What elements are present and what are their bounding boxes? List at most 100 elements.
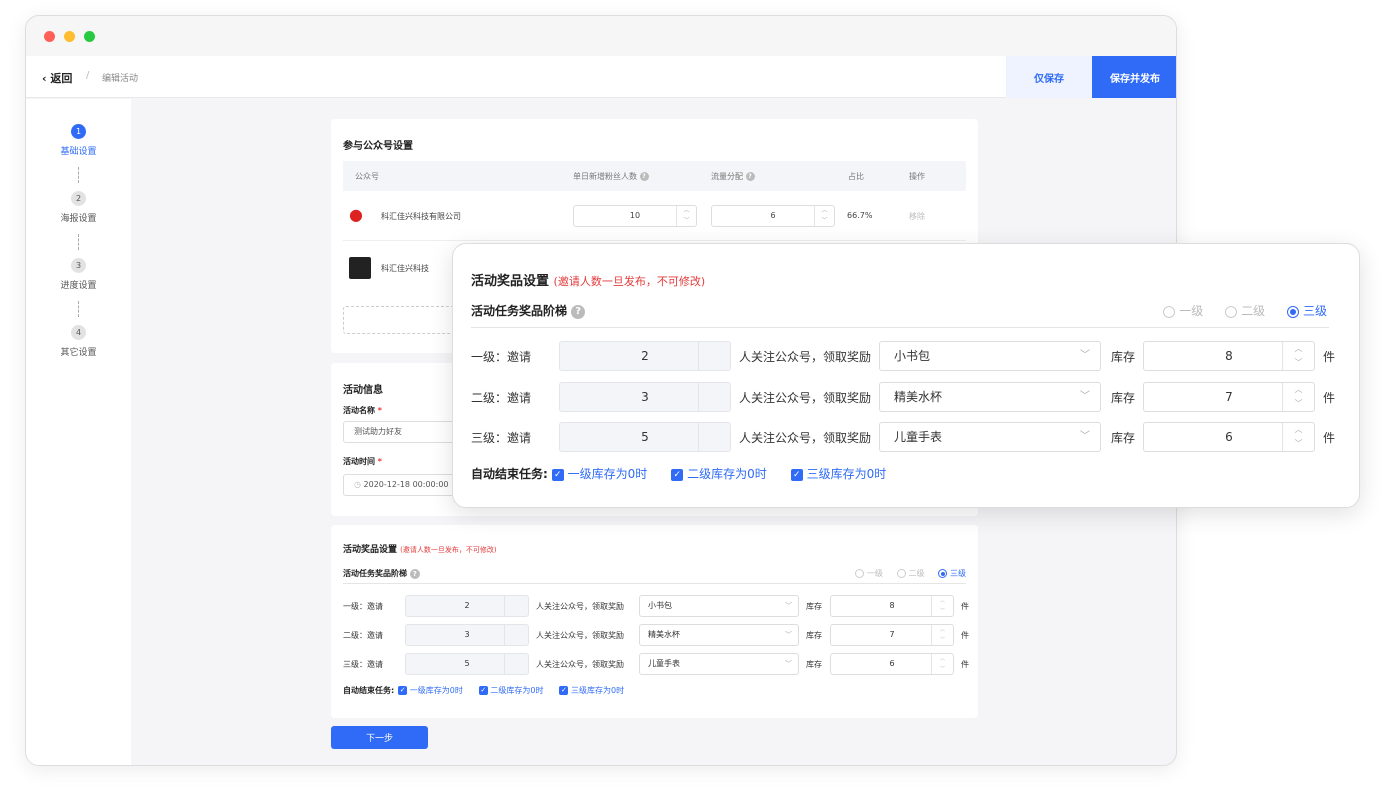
stepper-arrows-icon[interactable]: ︿ ﹀ [1282, 342, 1314, 370]
checkbox-label: 一级库存为0时 [567, 467, 648, 481]
stock-stepper[interactable]: 7 ︿ ﹀ [1143, 382, 1315, 412]
tier-text: 人关注公众号，领取奖励 [739, 390, 872, 405]
auto-end-checkbox-2[interactable]: ✓ 二级库存为0时 [478, 686, 543, 695]
stepper-arrows-icon[interactable] [504, 625, 528, 645]
invite-count-input[interactable]: 5 [405, 653, 529, 675]
section-title: 活动奖品设置 (邀请人数一旦发布，不可修改) [343, 542, 497, 555]
remove-link[interactable]: 移除 [909, 211, 925, 222]
auto-end-checkbox-1[interactable]: ✓ 一级库存为0时 [398, 686, 463, 695]
section-title: 活动奖品设置 (邀请人数一旦发布，不可修改) [471, 270, 705, 289]
help-icon[interactable]: ? [639, 172, 649, 181]
stock-stepper[interactable]: 7 ︿ ﹀ [830, 624, 954, 646]
stepper-arrows-icon[interactable] [504, 654, 528, 674]
steps-sidebar: 1 基础设置 2 海报设置 3 进度设置 4 其它设置 [26, 99, 131, 765]
stepper-value: 8 [889, 601, 895, 610]
title-text: 活动奖品设置 [471, 274, 550, 289]
invite-count-input[interactable]: 3 [559, 382, 731, 412]
level-radio-2[interactable]: 二级 [1225, 304, 1265, 318]
close-window-icon[interactable] [44, 31, 55, 42]
level-radio-3[interactable]: 三级 [938, 569, 966, 578]
tier-text: 人关注公众号，领取奖励 [536, 630, 624, 640]
step-number: 3 [71, 258, 86, 273]
stepper-arrows-icon[interactable]: ︿ ﹀ [676, 206, 696, 226]
stepper-arrows-icon[interactable]: ︿ ﹀ [931, 596, 953, 616]
step-connector [78, 234, 79, 250]
reward-select[interactable]: 小书包 ﹀ [879, 341, 1101, 371]
reward-select[interactable]: 精美水杯 ﹀ [639, 624, 799, 646]
reward-select[interactable]: 儿童手表 ﹀ [639, 653, 799, 675]
stock-label: 库存 [806, 630, 822, 640]
label-text: 活动任务奖品阶梯 [343, 569, 407, 578]
save-publish-button[interactable]: 保存并发布 [1092, 56, 1176, 98]
maximize-window-icon[interactable] [84, 31, 95, 42]
select-value: 精美水杯 [648, 630, 680, 639]
invite-count-input[interactable]: 2 [405, 595, 529, 617]
ladder-label: 活动任务奖品阶梯 ? [343, 568, 420, 579]
stock-stepper[interactable]: 8 ︿ ﹀ [1143, 341, 1315, 371]
level-radio-1[interactable]: 一级 [1163, 304, 1203, 318]
tier-row: 三级：邀请 5 人关注公众号，领取奖励 儿童手表 ﹀ 库存 6 ︿ ﹀ 件 [471, 422, 1335, 452]
radio-icon [1225, 305, 1238, 318]
stepper-value: 7 [889, 630, 895, 639]
reward-select[interactable]: 儿童手表 ﹀ [879, 422, 1101, 452]
reward-select[interactable]: 精美水杯 ﹀ [879, 382, 1101, 412]
auto-end-checkbox-3[interactable]: ✓ 三级库存为0时 [559, 686, 624, 695]
stepper-arrows-icon[interactable] [698, 383, 730, 411]
radio-icon [938, 569, 948, 578]
tier-text: 人关注公众号，领取奖励 [739, 430, 872, 445]
input-value: 5 [641, 430, 649, 444]
stock-stepper[interactable]: 6 ︿ ﹀ [830, 653, 954, 675]
radio-icon [1163, 305, 1176, 318]
stepper-arrows-icon[interactable]: ︿ ﹀ [931, 625, 953, 645]
invite-count-input[interactable]: 5 [559, 422, 731, 452]
auto-end-label: 自动结束任务: [343, 686, 395, 695]
stepper-arrows-icon[interactable]: ︿ ﹀ [1282, 423, 1314, 451]
step-3[interactable]: 3 进度设置 [26, 258, 131, 291]
chevron-down-icon: ﹀ [785, 660, 792, 668]
reward-select[interactable]: 小书包 ﹀ [639, 595, 799, 617]
help-icon[interactable]: ? [571, 304, 586, 319]
level-radio-3[interactable]: 三级 [1287, 304, 1327, 318]
invite-count-input[interactable]: 3 [405, 624, 529, 646]
auto-end-checkbox-1[interactable]: ✓ 一级库存为0时 [551, 467, 648, 481]
radio-label: 三级 [950, 569, 966, 578]
help-icon[interactable]: ? [409, 568, 420, 579]
invite-count-input[interactable]: 2 [559, 341, 731, 371]
auto-end-checkbox-3[interactable]: ✓ 三级库存为0时 [790, 467, 886, 481]
step-2[interactable]: 2 海报设置 [26, 191, 131, 224]
stepper-arrows-icon[interactable]: ︿ ﹀ [814, 206, 834, 226]
level-radio-1[interactable]: 一级 [855, 569, 883, 578]
daily-fans-stepper[interactable]: 10 ︿ ﹀ [573, 205, 697, 227]
level-radio-2[interactable]: 二级 [896, 569, 924, 578]
auto-end-checkbox-2[interactable]: ✓ 二级库存为0时 [671, 467, 767, 481]
next-step-button[interactable]: 下一步 [331, 726, 428, 749]
step-label: 基础设置 [60, 147, 97, 157]
field-label: 活动名称 * [343, 405, 382, 416]
stepper-arrows-icon[interactable] [504, 596, 528, 616]
input-value: 3 [464, 630, 470, 639]
column-label: 单日新增粉丝人数 [573, 172, 637, 181]
back-button[interactable]: ‹ 返回 [42, 70, 72, 86]
step-1[interactable]: 1 基础设置 [26, 124, 131, 157]
step-4[interactable]: 4 其它设置 [26, 325, 131, 358]
stepper-arrows-icon[interactable] [698, 423, 730, 451]
stock-stepper[interactable]: 8 ︿ ﹀ [830, 595, 954, 617]
stepper-arrows-icon[interactable]: ︿ ﹀ [1282, 383, 1314, 411]
stepper-arrows-icon[interactable] [698, 342, 730, 370]
minimize-window-icon[interactable] [64, 31, 75, 42]
stepper-arrows-icon[interactable]: ︿ ﹀ [931, 654, 953, 674]
column-header: 公众号 [355, 172, 379, 181]
unit-label: 件 [1323, 349, 1336, 364]
stock-stepper[interactable]: 6 ︿ ﹀ [1143, 422, 1315, 452]
save-only-button[interactable]: 仅保存 [1006, 56, 1092, 98]
field-label: 活动时间 * [343, 456, 382, 467]
account-name: 科汇佳兴科技 [381, 264, 429, 273]
checkbox-label: 一级库存为0时 [409, 686, 463, 695]
help-icon[interactable]: ? [745, 172, 755, 181]
header: ‹ 返回 / 编辑活动 仅保存 保存并发布 [26, 56, 1176, 98]
stock-label: 库存 [1111, 390, 1136, 405]
chevron-down-icon: ﹀ [1080, 431, 1090, 442]
traffic-stepper[interactable]: 6 ︿ ﹀ [711, 205, 835, 227]
unit-label: 件 [961, 601, 969, 611]
unit-label: 件 [961, 630, 969, 640]
